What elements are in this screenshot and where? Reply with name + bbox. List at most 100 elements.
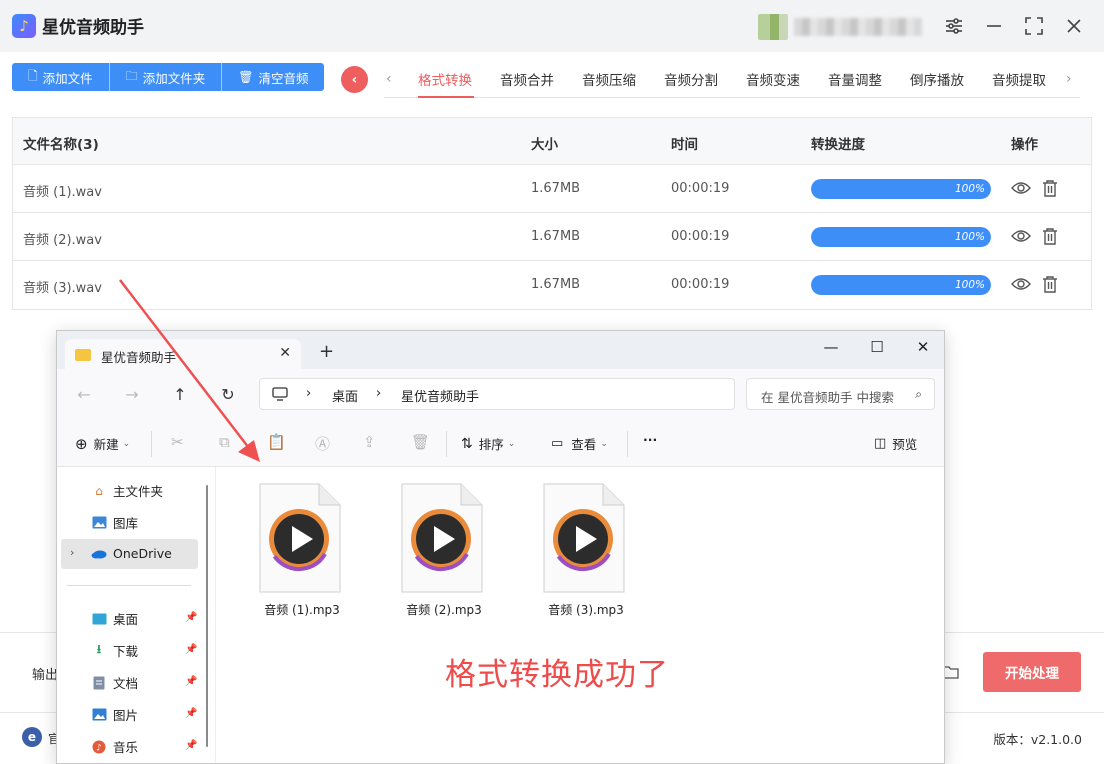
clear-audio-button[interactable]: 🗑 清空音频 xyxy=(222,63,325,91)
delete-icon[interactable] xyxy=(1040,274,1060,294)
table-row[interactable]: 音频 (3).wav 1.67MB 00:00:19 100% xyxy=(13,261,1091,309)
delete-icon[interactable]: 🗑 xyxy=(411,433,430,451)
paste-icon[interactable]: 📋 xyxy=(267,433,286,451)
monitor-icon xyxy=(272,386,288,405)
more-options-icon[interactable]: ··· xyxy=(643,432,657,447)
command-divider xyxy=(627,431,628,457)
explorer-maximize-icon[interactable]: ☐ xyxy=(867,338,887,356)
breadcrumb-current-folder[interactable]: 星优音频助手 xyxy=(401,386,479,405)
cut-icon[interactable]: ✂ xyxy=(171,433,184,451)
explorer-tab[interactable]: 星优音频助手 ✕ xyxy=(65,339,301,371)
tab-reverse-play[interactable]: 倒序播放 xyxy=(910,69,964,89)
eye-icon[interactable] xyxy=(1011,226,1031,246)
close-icon[interactable] xyxy=(1062,14,1086,38)
pin-icon[interactable]: 📌 xyxy=(185,644,197,655)
start-process-button[interactable]: 开始处理 xyxy=(983,652,1081,692)
table-row[interactable]: 音频 (2).wav 1.67MB 00:00:19 100% xyxy=(13,213,1091,261)
tab-scroll-left-icon[interactable]: ‹ xyxy=(386,71,392,87)
tab-close-icon[interactable]: ✕ xyxy=(279,345,291,361)
picture-icon xyxy=(91,707,107,723)
eye-icon[interactable] xyxy=(1011,274,1031,294)
forward-arrow-icon[interactable]: → xyxy=(121,383,143,405)
file-size-cell: 1.67MB xyxy=(531,229,581,244)
tab-scroll-right-icon[interactable]: › xyxy=(1066,71,1072,87)
pin-icon[interactable]: 📌 xyxy=(185,676,197,687)
header-file-name: 文件名称(3) xyxy=(23,137,99,153)
search-input[interactable]: 在 星优音频助手 中搜索 ⌕ xyxy=(746,378,935,410)
tab-audio-merge[interactable]: 音频合并 xyxy=(500,69,554,89)
tab-audio-extract[interactable]: 音频提取 xyxy=(992,69,1046,89)
table-row[interactable]: 音频 (1).wav 1.67MB 00:00:19 100% xyxy=(13,165,1091,213)
sidebar-scrollbar[interactable] xyxy=(206,485,208,747)
header-actions: 操作 xyxy=(1011,137,1038,153)
progress-bar: 100% xyxy=(811,227,991,247)
music-note-icon: ♪ xyxy=(12,14,36,38)
sidebar-item-label: 主文件夹 xyxy=(113,484,164,499)
tab-format-convert[interactable]: 格式转换 xyxy=(418,69,472,89)
explorer-close-icon[interactable]: ✕ xyxy=(913,338,933,356)
file-name-cell: 音频 (1).wav xyxy=(23,185,102,200)
sidebar-item-label: 图库 xyxy=(113,516,139,531)
brand-logo-icon: e xyxy=(22,727,42,747)
copy-icon[interactable]: ⧉ xyxy=(219,433,230,451)
sort-icon: ⇅ xyxy=(461,435,473,452)
sort-button[interactable]: ⇅ 排序 ⌄ xyxy=(461,434,515,453)
expand-chevron-icon[interactable]: › xyxy=(70,546,74,559)
sidebar-item-label: 文档 xyxy=(113,676,139,691)
preview-label: 预览 xyxy=(892,437,918,452)
explorer-minimize-icon[interactable]: — xyxy=(821,338,841,356)
maximize-icon[interactable] xyxy=(1022,14,1046,38)
file-time-cell: 00:00:19 xyxy=(671,229,730,244)
sidebar-item-gallery[interactable]: 图库 xyxy=(91,513,138,532)
new-tab-icon[interactable]: + xyxy=(319,341,334,362)
tab-audio-compress[interactable]: 音频压缩 xyxy=(582,69,636,89)
add-file-button[interactable]: 🗋 添加文件 xyxy=(12,63,110,91)
tab-audio-speed[interactable]: 音频变速 xyxy=(746,69,800,89)
pin-icon[interactable]: 📌 xyxy=(185,740,197,751)
new-button[interactable]: ⊕ 新建 ⌄ xyxy=(75,434,130,453)
refresh-icon[interactable]: ↻ xyxy=(217,383,239,405)
file-name-cell: 音频 (2).wav xyxy=(23,233,102,248)
add-folder-button[interactable]: 🗀 添加文件夹 xyxy=(109,63,223,91)
clear-audio-label: 清空音频 xyxy=(258,70,309,86)
content-pane-border xyxy=(215,467,216,763)
home-icon: ⌂ xyxy=(95,483,103,498)
sidebar-item-home[interactable]: ⌂ 主文件夹 xyxy=(91,481,163,500)
download-icon: ⭳ xyxy=(96,642,102,656)
preview-button[interactable]: ◫ 预览 xyxy=(874,434,917,453)
progress-bar: 100% xyxy=(811,179,991,199)
sidebar-item-onedrive[interactable]: OneDrive xyxy=(91,545,172,561)
settings-sliders-icon[interactable] xyxy=(942,14,966,38)
rename-icon[interactable]: Ⓐ xyxy=(315,433,330,454)
sidebar-item-downloads[interactable]: ⭳ 下载 xyxy=(91,641,138,660)
back-arrow-icon[interactable]: ← xyxy=(73,383,95,405)
pin-icon[interactable]: 📌 xyxy=(185,708,197,719)
active-tab-indicator xyxy=(418,96,474,98)
view-button[interactable]: ▭ 查看 ⌄ xyxy=(551,434,608,453)
chevron-left-icon: ‹ xyxy=(351,71,358,88)
up-arrow-icon[interactable]: ↑ xyxy=(169,383,191,405)
sidebar-item-pictures[interactable]: 图片 xyxy=(91,705,138,724)
address-bar[interactable]: › 桌面 › 星优音频助手 xyxy=(259,378,735,410)
tab-audio-split[interactable]: 音频分割 xyxy=(664,69,718,89)
minimize-icon[interactable] xyxy=(982,14,1006,38)
sidebar-item-label: 音乐 xyxy=(113,740,139,755)
sidebar-item-music[interactable]: ♪ 音乐 xyxy=(91,737,138,756)
delete-icon[interactable] xyxy=(1040,178,1060,198)
sidebar-item-documents[interactable]: 文档 xyxy=(91,673,138,692)
chevron-down-icon: ⌄ xyxy=(122,438,131,449)
breadcrumb-desktop[interactable]: 桌面 xyxy=(332,386,358,405)
collapse-left-button[interactable]: ‹ xyxy=(341,66,368,93)
chevron-down-icon: ⌄ xyxy=(600,438,608,449)
sidebar-item-desktop[interactable]: 桌面 xyxy=(91,609,138,628)
file-name-label: 音频 (2).mp3 xyxy=(406,603,482,617)
share-icon[interactable]: ⇪ xyxy=(363,433,376,451)
header-size: 大小 xyxy=(531,137,558,153)
pin-icon[interactable]: 📌 xyxy=(185,612,197,623)
tab-volume-adjust[interactable]: 音量调整 xyxy=(828,69,882,89)
user-avatar[interactable] xyxy=(758,14,788,40)
delete-icon[interactable] xyxy=(1040,226,1060,246)
open-folder-icon[interactable] xyxy=(943,664,959,679)
chevron-down-icon: ⌄ xyxy=(507,438,516,449)
eye-icon[interactable] xyxy=(1011,178,1031,198)
